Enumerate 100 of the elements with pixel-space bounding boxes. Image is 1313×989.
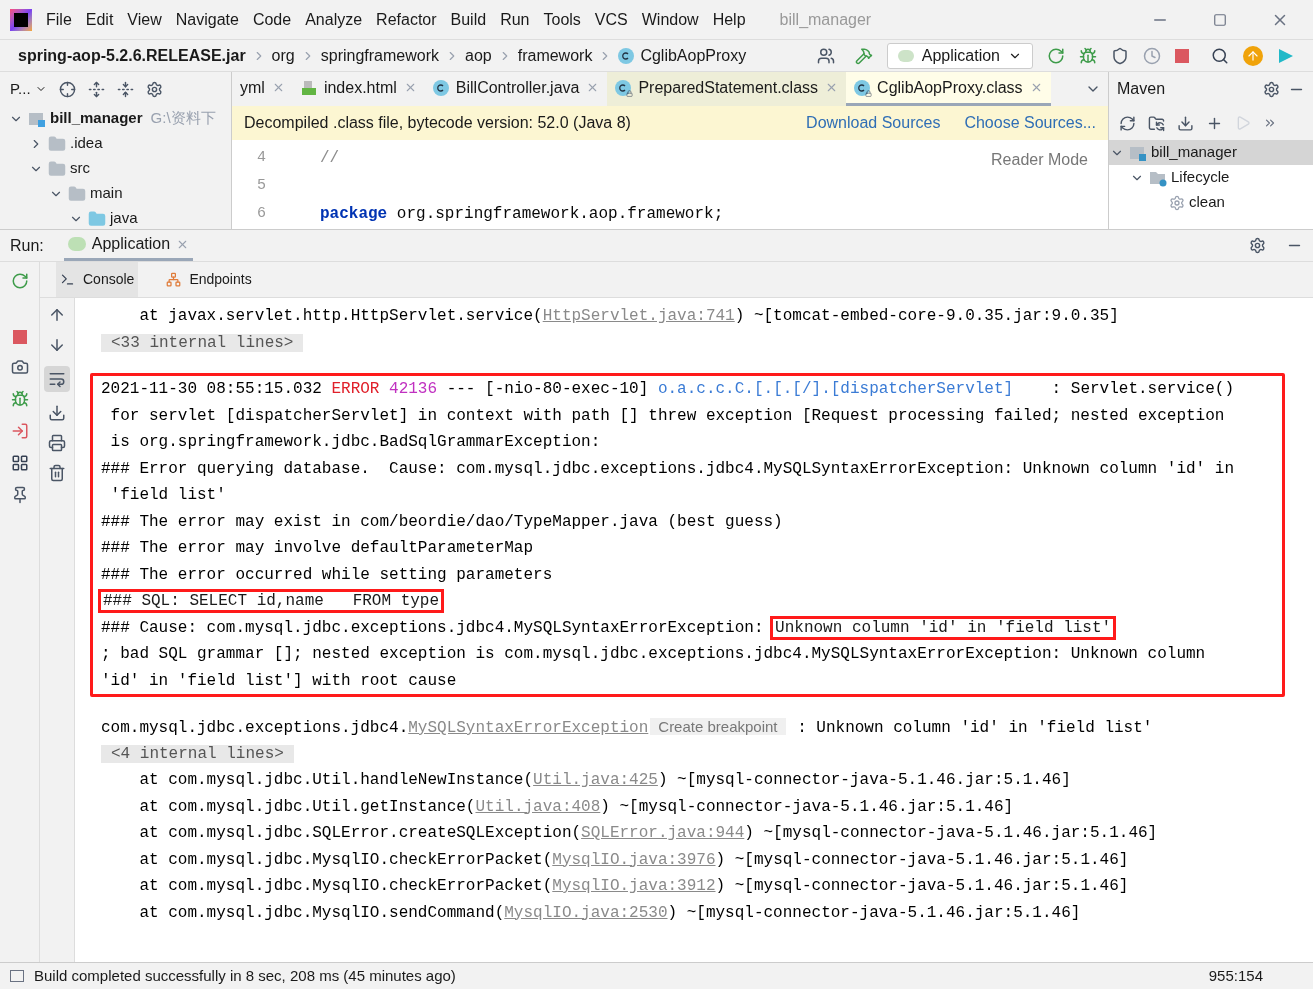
breadcrumb[interactable]: org — [271, 43, 295, 68]
printer-icon[interactable] — [48, 434, 66, 452]
bug-icon[interactable] — [1079, 46, 1097, 65]
settings-icon[interactable] — [1263, 80, 1280, 98]
run-label: Run: — [10, 235, 44, 256]
menu-item[interactable]: Code — [252, 7, 292, 32]
line-number: 5 — [257, 176, 266, 196]
users-icon[interactable] — [816, 46, 835, 65]
tree-item[interactable]: bill_manager — [1109, 140, 1313, 165]
run-config-dropdown[interactable]: Application — [886, 42, 1033, 69]
source-link[interactable]: MysqlIO.java:3912 — [552, 877, 716, 895]
menu-item[interactable]: Analyze — [305, 7, 363, 32]
menu-item[interactable]: Edit — [85, 7, 114, 32]
search-icon[interactable] — [1211, 46, 1229, 65]
more-icon[interactable] — [1263, 116, 1277, 130]
stop-icon[interactable] — [12, 330, 27, 344]
menu-item[interactable]: Window — [641, 7, 699, 32]
breadcrumb[interactable]: springframework — [320, 43, 439, 68]
log-text: com.mysql.jdbc.exceptions.jdbc4. — [101, 719, 409, 737]
editor-tab[interactable]: index.html — [292, 72, 425, 106]
breadcrumb[interactable]: aop — [465, 43, 492, 68]
settings-icon[interactable] — [1249, 237, 1266, 254]
tree-label: main — [90, 183, 123, 204]
wrap-text-icon[interactable] — [44, 366, 70, 392]
console-tab[interactable]: Endpoints — [162, 262, 256, 297]
code-token: // — [320, 149, 340, 167]
reader-mode-label[interactable]: Reader Mode — [991, 148, 1088, 172]
path-hint: G:\资料下 — [150, 108, 216, 129]
download-icon[interactable] — [1177, 114, 1194, 132]
refresh-icon[interactable] — [1119, 114, 1136, 132]
login-icon[interactable] — [10, 422, 29, 440]
breadcrumb[interactable]: CglibAopProxy — [640, 43, 747, 68]
trash-icon[interactable] — [48, 464, 66, 482]
banner-link[interactable]: Choose Sources... — [964, 111, 1096, 135]
menu-item[interactable]: Refactor — [376, 7, 437, 32]
tree-item[interactable]: main — [48, 181, 223, 206]
menu-item[interactable]: VCS — [594, 7, 628, 32]
panel-toggle-icon[interactable] — [10, 970, 24, 982]
folder-sync-icon[interactable] — [1148, 114, 1165, 132]
folder-icon — [68, 184, 86, 203]
layout-icon[interactable] — [10, 454, 29, 472]
settings-icon[interactable] — [145, 80, 163, 98]
app-logo-icon — [10, 8, 32, 31]
log-text: ) ~[mysql-connector-java-5.1.46.jar:5.1.46] — [744, 824, 1158, 842]
log-text: ) ~[mysql-connector-java-5.1.46.jar:5.1.46] — [657, 771, 1071, 789]
tree-item[interactable]: clean — [1149, 190, 1313, 215]
caret-position[interactable]: 955:154 — [1208, 964, 1263, 988]
log-text: --- [-nio-80-exec-10] — [445, 380, 650, 398]
menu-item[interactable]: View — [127, 7, 162, 32]
menu-item[interactable]: Run — [500, 7, 530, 32]
folded-lines[interactable]: <4 internal lines> — [101, 744, 294, 763]
menu-item[interactable]: Tools — [543, 7, 581, 32]
folded-lines[interactable]: <33 internal lines> — [101, 333, 304, 352]
collapse-all-icon[interactable] — [116, 80, 134, 98]
bug-icon[interactable] — [10, 390, 29, 408]
tree-label: src — [70, 158, 90, 179]
editor-tab[interactable]: BillController.java — [424, 72, 608, 106]
menu-item[interactable]: File — [46, 7, 72, 32]
log-text: ) ~[mysql-connector-java-5.1.46.jar:5.1.46] — [600, 797, 1014, 816]
log-text: : Servlet.service() — [1050, 380, 1234, 398]
editor-tab[interactable]: CglibAopProxy.class — [846, 72, 1051, 106]
menu-item[interactable]: Build — [450, 7, 487, 32]
log-text: ### SQL: SELECT id,name FROM type — [101, 592, 442, 610]
source-link[interactable]: MysqlIO.java:3976 — [552, 850, 716, 869]
banner-link[interactable]: Download Sources — [806, 111, 941, 135]
tree-item[interactable]: .idea — [28, 131, 223, 156]
shield-icon[interactable] — [1111, 46, 1129, 65]
rerun-icon[interactable] — [10, 272, 29, 290]
project-view-dropdown[interactable]: P... — [10, 77, 47, 101]
camera-icon[interactable] — [10, 358, 29, 376]
editor-tab[interactable]: PreparedStatement.class — [607, 72, 847, 106]
tree-item[interactable]: bill_manager G:\资料下 — [8, 106, 223, 131]
scroll-end-icon[interactable] — [48, 404, 66, 422]
arrow-down-icon[interactable] — [48, 336, 66, 354]
breadcrumb[interactable]: framework — [517, 43, 593, 68]
tree-item[interactable]: java — [68, 206, 223, 229]
create-breakpoint-hint[interactable]: Create breakpoint — [650, 718, 786, 735]
class-icon — [854, 79, 871, 96]
log-text: 42136 — [388, 380, 438, 398]
class-icon — [618, 47, 635, 64]
log-text: at com.mysql.jdbc.Util.getInstance( — [138, 797, 476, 816]
rerun-icon[interactable] — [1047, 46, 1065, 65]
source-link[interactable]: MySQLSyntaxErrorException — [408, 719, 649, 737]
tree-item[interactable]: Lifecycle — [1129, 165, 1313, 190]
stop-icon[interactable] — [1175, 48, 1189, 63]
menu-item[interactable]: Help — [712, 7, 746, 32]
log-text: at com.mysql.jdbc.MysqlIO.checkErrorPacket( — [138, 877, 553, 895]
tree-label: java — [110, 208, 138, 229]
editor-tab[interactable]: yml — [232, 72, 293, 106]
expand-all-icon[interactable] — [87, 80, 105, 98]
tree-item[interactable]: src — [28, 156, 223, 181]
crosshair-icon[interactable] — [58, 80, 76, 98]
hammer-icon[interactable] — [854, 46, 873, 65]
menu-item[interactable]: Navigate — [175, 7, 239, 32]
banner-text: Decompiled .class file, bytecode version: 52.0 (Java 8) — [244, 113, 632, 133]
source-link[interactable]: MysqlIO.java:2530 — [504, 903, 668, 922]
log-text: 2021-11-30 08:55:15.032 — [101, 380, 323, 398]
console-tab[interactable]: Console — [56, 262, 139, 297]
breadcrumb[interactable]: spring-aop-5.2.6.RELEASE.jar — [18, 43, 246, 68]
window-title: bill_manager — [779, 9, 872, 30]
